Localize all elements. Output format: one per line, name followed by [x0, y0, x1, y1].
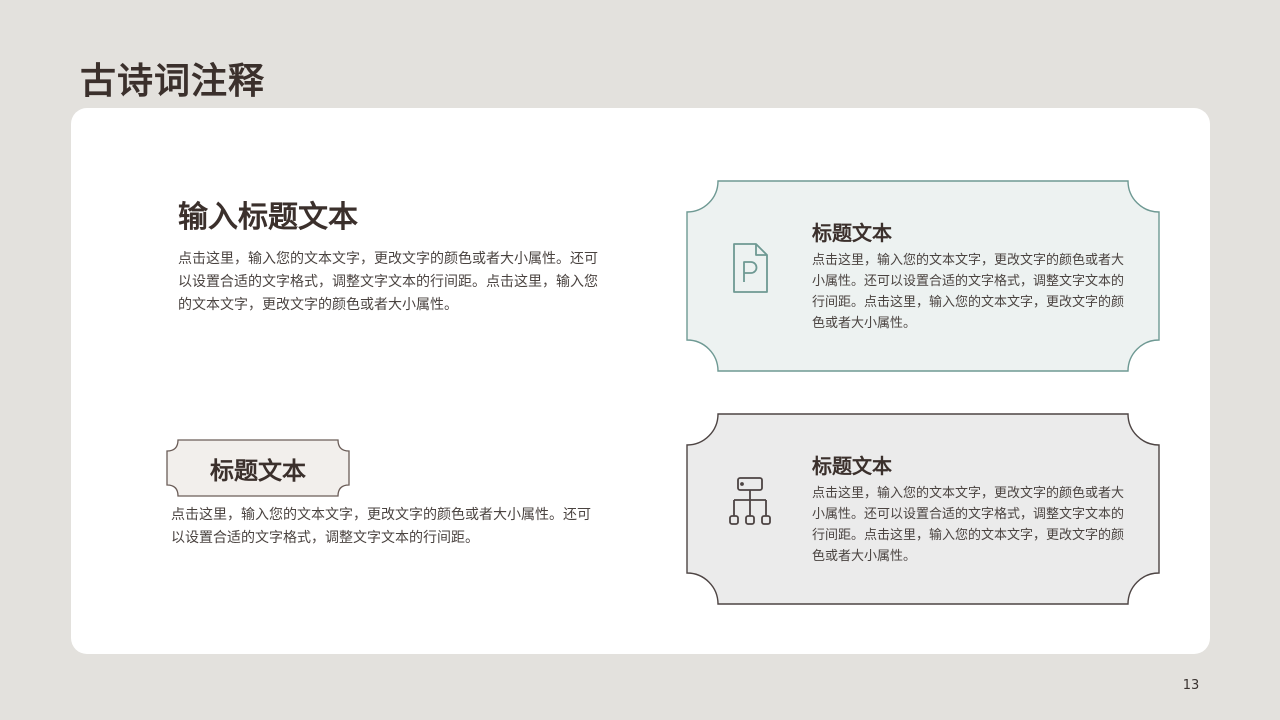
- card-title-2: 标题文本: [812, 454, 892, 478]
- document-p-icon: [733, 243, 768, 293]
- tag-label: 标题文本: [210, 456, 306, 485]
- tag-paragraph: 点击这里，输入您的文本文字，更改文字的颜色或者大小属性。还可以设置合适的文字格式…: [171, 507, 591, 546]
- page-number: 13: [1182, 678, 1200, 693]
- hierarchy-icon: [729, 477, 771, 525]
- card-title-1: 标题文本: [812, 221, 892, 245]
- card-text-1: 点击这里，输入您的文本文字，更改文字的颜色或者大小属性。还可以设置合适的文字格式…: [812, 253, 1125, 331]
- main-heading: 输入标题文本: [178, 200, 358, 235]
- card-text-2: 点击这里，输入您的文本文字，更改文字的颜色或者大小属性。还可以设置合适的文字格式…: [812, 486, 1125, 564]
- slide-title: 古诗词注释: [80, 61, 266, 102]
- main-paragraph: 点击这里，输入您的文本文字，更改文字的颜色或者大小属性。还可以设置合适的文字格式…: [178, 251, 598, 313]
